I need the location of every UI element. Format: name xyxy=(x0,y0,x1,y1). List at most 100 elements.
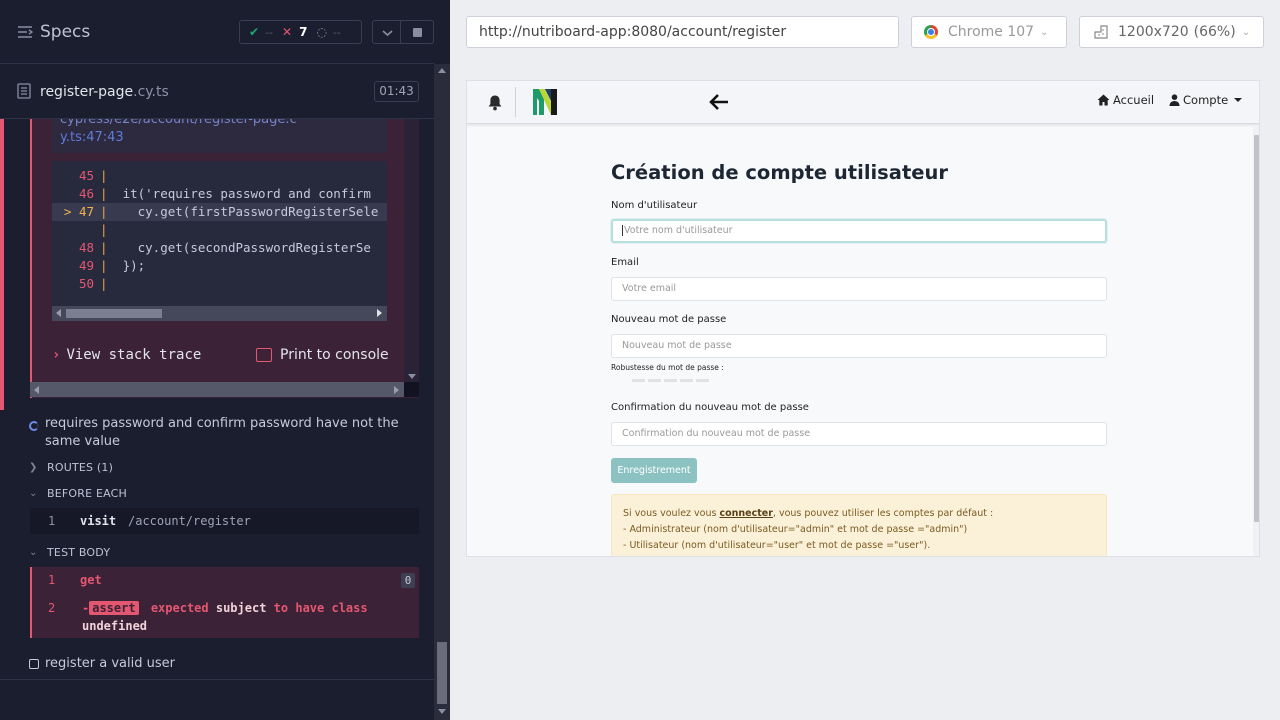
assert-badge: assert xyxy=(89,601,139,615)
error-file-path: cypress/e2e/account/register-page.c xyxy=(60,119,297,127)
line-number: 50 xyxy=(78,276,94,291)
scroll-thumb[interactable] xyxy=(66,309,162,318)
bell-icon[interactable] xyxy=(487,94,503,111)
app-logo[interactable] xyxy=(532,88,558,116)
failed-stat: ✕ 7 xyxy=(273,25,307,39)
viewport-info[interactable]: 1200x720 (66%) ⌄ xyxy=(1079,16,1264,48)
error-file-link[interactable]: cypress/e2e/account/register-page.c y.ts… xyxy=(52,119,387,153)
nav-home-link[interactable]: Accueil xyxy=(1097,93,1154,107)
scroll-right-icon[interactable] xyxy=(377,309,382,317)
nav-account-dropdown[interactable]: Compte xyxy=(1169,93,1243,107)
error-vertical-scrollbar[interactable] xyxy=(404,119,419,382)
confirm-password-input[interactable]: Confirmation du nouveau mot de passe xyxy=(611,422,1107,446)
error-horizontal-scrollbar[interactable] xyxy=(30,382,404,397)
scroll-down-icon[interactable] xyxy=(438,709,446,714)
reporter-scrollbar[interactable] xyxy=(434,64,450,720)
app-scrollbar[interactable] xyxy=(1253,125,1259,556)
scroll-up-icon[interactable] xyxy=(438,68,446,73)
strength-bar xyxy=(696,379,709,382)
line-number-value: 47 xyxy=(78,204,94,219)
code-line: | xyxy=(100,222,108,237)
spec-file-row: register-page.cy.ts 01:43 xyxy=(0,64,434,119)
chrome-icon xyxy=(924,25,938,39)
app-preview-pane: http://nutriboard-app:8080/account/regis… xyxy=(450,0,1280,720)
scroll-right-icon[interactable] xyxy=(394,386,399,394)
submit-button[interactable]: Enregistrement xyxy=(611,458,697,483)
command-row[interactable]: 1 visit /account/register xyxy=(30,508,419,534)
print-to-console-button[interactable]: Print to console xyxy=(256,347,389,363)
code-line: 49 | }); xyxy=(52,257,387,275)
username-label: Nom d'utilisateur xyxy=(611,200,698,211)
assert-word: to have class xyxy=(273,601,368,615)
nav-home-label: Accueil xyxy=(1113,93,1155,107)
stop-button[interactable] xyxy=(401,20,434,44)
strength-bar xyxy=(648,379,661,382)
spec-file-name[interactable]: register-page.cy.ts xyxy=(40,84,169,100)
specs-menu-icon[interactable] xyxy=(17,24,33,40)
view-stack-trace-label: View stack trace xyxy=(66,347,202,363)
scroll-thumb[interactable] xyxy=(1254,135,1259,522)
command-row-assert[interactable]: 2 - assert expected subject to have class… xyxy=(32,593,419,638)
assert-subject: subject xyxy=(215,601,267,615)
command-row-get[interactable]: 1 get 0 xyxy=(32,567,419,593)
code-line: 48 | cy.get(secondPasswordRegisterSe xyxy=(52,239,387,257)
login-link[interactable]: connecter xyxy=(719,508,772,519)
scroll-down-icon[interactable] xyxy=(408,374,416,379)
assert-word: expected xyxy=(150,601,209,615)
view-stack-trace-button[interactable]: › View stack trace xyxy=(52,347,201,363)
specs-title[interactable]: Specs xyxy=(40,22,90,42)
chevron-right-icon: ❯ xyxy=(29,462,38,473)
chevron-down-icon: ⌄ xyxy=(1040,26,1049,38)
test-item-register-valid-user[interactable]: register a valid user xyxy=(29,656,175,671)
reporter-panel: Specs ✔ -- ✕ 7 ◌ -- register-page.cy.ts xyxy=(0,0,450,720)
code-text: it('requires password and confirm xyxy=(107,186,371,201)
routes-label: ROUTES (1) xyxy=(47,461,114,474)
code-frame: 45 | 46 | it('requires password and confir… xyxy=(52,161,387,321)
chevron-down-icon: ⌄ xyxy=(29,547,38,558)
scroll-left-icon[interactable] xyxy=(56,309,61,317)
command-arg: /account/register xyxy=(128,514,251,528)
command-name: visit xyxy=(80,514,117,528)
line-number: 45 xyxy=(78,168,94,183)
before-each-section-header[interactable]: ⌄ BEFORE EACH xyxy=(29,487,127,500)
alert-text: Si vous voulez vous xyxy=(623,508,720,519)
strength-bar xyxy=(664,379,677,382)
code-line-current: > 47 | cy.get(firstPasswordRegisterSele xyxy=(52,203,387,221)
running-spinner-icon xyxy=(29,421,39,431)
elements-count-badge: 0 xyxy=(401,573,415,588)
test-title: register a valid user xyxy=(45,656,175,671)
scroll-left-icon[interactable] xyxy=(34,386,39,394)
spec-file-basename: register-page xyxy=(40,84,134,100)
code-line: 45 | xyxy=(52,167,387,185)
spinner-icon: ◌ xyxy=(316,25,327,39)
caret-down-icon xyxy=(1234,98,1243,102)
x-icon: ✕ xyxy=(282,25,293,39)
confirm-password-label: Confirmation du nouveau mot de passe xyxy=(611,402,809,413)
pending-count: -- xyxy=(332,25,341,39)
url-bar[interactable]: http://nutriboard-app:8080/account/regis… xyxy=(466,16,899,48)
email-input[interactable]: Votre email xyxy=(611,277,1107,301)
line-number: 48 xyxy=(78,240,94,255)
test-body-section-header[interactable]: ⌄ TEST BODY xyxy=(29,546,110,559)
chevron-down-icon: ⌄ xyxy=(1241,26,1251,38)
chevron-down-icon: ⌄ xyxy=(29,488,38,499)
scroll-thumb[interactable] xyxy=(437,642,447,704)
error-block: cypress/e2e/account/register-page.c y.ts… xyxy=(0,119,419,410)
strength-bar xyxy=(632,379,645,382)
back-arrow-icon[interactable] xyxy=(707,90,731,114)
register-form-page: Création de compte utilisateur Nom d'uti… xyxy=(467,125,1253,556)
password-input[interactable]: Nouveau mot de passe xyxy=(611,334,1107,358)
code-horizontal-scrollbar[interactable] xyxy=(52,306,387,321)
viewport-size: 1200x720 xyxy=(1118,24,1189,40)
passed-stat: ✔ -- xyxy=(240,25,273,39)
expand-collapse-button[interactable] xyxy=(372,20,401,44)
username-input[interactable]: Votre nom d'utilisateur xyxy=(611,219,1107,243)
command-name: get xyxy=(80,573,102,587)
browser-selector[interactable]: Chrome 107 ⌄ xyxy=(911,16,1067,48)
line-number: 46 xyxy=(78,186,94,201)
chevron-down-icon xyxy=(382,30,393,37)
assert-value: undefined xyxy=(82,619,148,633)
username-placeholder: Votre nom d'utilisateur xyxy=(624,225,733,236)
test-title[interactable]: requires password and confirm password h… xyxy=(45,415,405,451)
routes-section-header[interactable]: ❯ ROUTES (1) xyxy=(29,461,113,474)
